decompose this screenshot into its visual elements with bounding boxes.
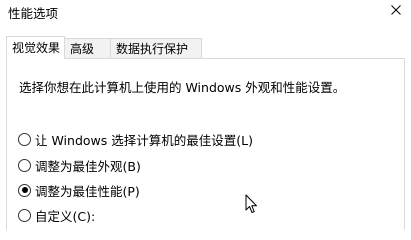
radio-best-appearance[interactable] bbox=[18, 158, 31, 172]
radio-let-windows-choose[interactable] bbox=[18, 132, 31, 146]
radio-custom[interactable] bbox=[18, 208, 31, 222]
option-label: 调整为最佳性能(P) bbox=[35, 183, 140, 199]
performance-options-dialog: 性能选项 视觉效果 高级 数据执行保护 选择你想在此计算机上使用的 Window… bbox=[0, 0, 411, 230]
option-label: 自定义(C): bbox=[35, 208, 96, 224]
tab-data-execution-prevention[interactable]: 数据执行保护 bbox=[110, 38, 202, 58]
option-label: 调整为最佳外观(B) bbox=[35, 158, 141, 174]
close-button[interactable] bbox=[377, 0, 411, 24]
option-best-appearance[interactable]: 调整为最佳外观(B) bbox=[18, 156, 141, 174]
option-label: 让 Windows 选择计算机的最佳设置(L) bbox=[35, 132, 253, 148]
option-best-performance[interactable]: 调整为最佳性能(P) bbox=[18, 181, 140, 199]
visual-effects-panel: 选择你想在此计算机上使用的 Windows 外观和性能设置。 让 Windows… bbox=[6, 58, 405, 230]
tab-strip: 视觉效果 高级 数据执行保护 bbox=[6, 36, 406, 59]
close-icon bbox=[391, 5, 401, 15]
mouse-pointer-icon bbox=[245, 194, 257, 213]
title-bar: 性能选项 bbox=[0, 0, 411, 28]
radio-best-performance[interactable] bbox=[18, 183, 31, 197]
tab-visual-effects[interactable]: 视觉效果 bbox=[6, 36, 65, 59]
option-let-windows-choose[interactable]: 让 Windows 选择计算机的最佳设置(L) bbox=[18, 130, 253, 148]
window-title: 性能选项 bbox=[8, 6, 59, 21]
option-custom[interactable]: 自定义(C): bbox=[18, 206, 95, 224]
tab-advanced[interactable]: 高级 bbox=[64, 38, 111, 58]
panel-description: 选择你想在此计算机上使用的 Windows 外观和性能设置。 bbox=[19, 80, 346, 95]
